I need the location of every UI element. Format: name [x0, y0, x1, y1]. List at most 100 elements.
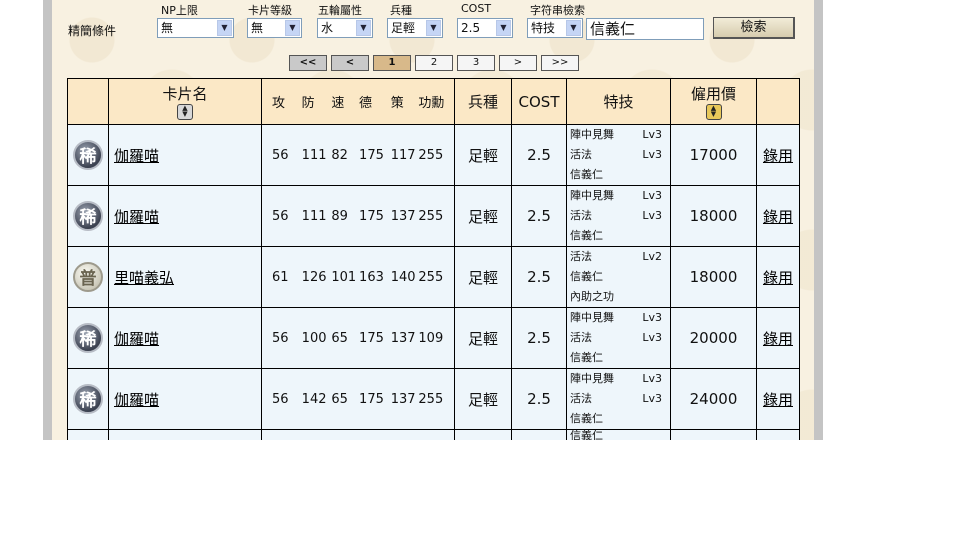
np-limit-select[interactable]: 無 ▼: [157, 18, 234, 38]
unit-type-cell: 足輕: [454, 307, 512, 369]
unit-type-cell: 足輕: [454, 185, 512, 247]
stat-merit: 109: [418, 330, 444, 346]
skills-cell: 活法 Lv2 信義仁 內助之功: [566, 246, 671, 308]
pager-page-3[interactable]: 3: [457, 55, 495, 71]
hire-link[interactable]: 錄用: [763, 330, 793, 348]
skill-name: 活法: [570, 392, 592, 405]
unit-type-cell: [454, 429, 512, 440]
card-name-cell: 伽羅喵: [108, 368, 262, 430]
np-limit-label: NP上限: [161, 4, 198, 17]
skill-level: Lv3: [642, 372, 662, 385]
cost-select[interactable]: 2.5 ▼: [457, 18, 513, 38]
skill-name: 陣中見舞: [570, 372, 614, 385]
skill-entry: 陣中見舞 Lv3: [570, 369, 670, 389]
header-card-name-label: 卡片名: [162, 85, 208, 103]
price-cell: 20000: [670, 307, 757, 369]
stats-cell: 56 100 65 175 137 109: [261, 307, 455, 369]
unit-type-select[interactable]: 足輕 ▼: [387, 18, 443, 38]
price-cell: 18000: [670, 246, 757, 308]
header-stat-spd: 速: [331, 96, 345, 111]
card-table: 卡片名 ▲ ▼ 攻 防 速 德 策 功勳 兵種 COST 特技 僱用價 ▲ ▼ …: [67, 78, 800, 440]
card-level-select[interactable]: 無 ▼: [247, 18, 302, 38]
skill-name: 活法: [570, 148, 592, 161]
card-name-link[interactable]: 伽羅喵: [114, 391, 159, 409]
element-label: 五輪屬性: [318, 4, 362, 17]
stat-atk: 56: [272, 147, 289, 163]
hire-cell: 錄用: [756, 307, 800, 369]
stats-cell: 56 111 89 175 137 255: [261, 185, 455, 247]
card-name-link[interactable]: 伽羅喵: [114, 208, 159, 226]
rarity-cell: 稀: [67, 368, 109, 430]
skill-level: Lv3: [642, 311, 662, 324]
skill-entry: 信義仁: [570, 409, 670, 429]
skill-name: 信義仁: [570, 229, 603, 242]
pager-next[interactable]: >: [499, 55, 537, 71]
card-name-link[interactable]: 里喵義弘: [114, 269, 174, 287]
stat-def: 142: [301, 391, 327, 407]
stats-cell: 61 126 101 163 140 255: [261, 246, 455, 308]
search-button[interactable]: 檢索: [713, 17, 795, 39]
hire-cell: [756, 429, 800, 440]
chevron-down-icon: ▼: [285, 20, 300, 36]
rarity-badge-icon: 稀: [73, 323, 103, 353]
pager-prev[interactable]: <: [331, 55, 369, 71]
card-name-link[interactable]: 伽羅喵: [114, 147, 159, 165]
rarity-cell: [67, 429, 109, 440]
hire-link[interactable]: 錄用: [763, 391, 793, 409]
skills-cell: 信義仁: [566, 429, 671, 440]
hire-link[interactable]: 錄用: [763, 269, 793, 287]
search-type-select[interactable]: 特技 ▼: [527, 18, 583, 38]
skill-name: 活法: [570, 250, 592, 263]
stat-atk: 56: [272, 208, 289, 224]
cost-cell: 2.5: [511, 307, 567, 369]
header-card-name[interactable]: 卡片名 ▲ ▼: [108, 78, 262, 125]
sort-icon[interactable]: ▲ ▼: [705, 104, 722, 120]
skill-level: Lv3: [642, 209, 662, 222]
stats-cell: 56 142 65 175 137 255: [261, 368, 455, 430]
search-input[interactable]: 信義仁: [586, 18, 704, 40]
header-stat-merit: 功勳: [418, 96, 445, 111]
pager-last[interactable]: >>: [541, 55, 579, 71]
price-cell: 24000: [670, 368, 757, 430]
stat-virtue: 175: [359, 208, 384, 224]
header-cost: COST: [511, 78, 567, 125]
header-stat-virtue: 德: [359, 96, 373, 111]
stat-strategy: 137: [390, 391, 416, 407]
stat-def: 111: [301, 208, 327, 224]
pager-first[interactable]: <<: [289, 55, 327, 71]
skills-cell: 陣中見舞 Lv3 活法 Lv3 信義仁: [566, 307, 671, 369]
unit-type-label: 兵種: [390, 4, 412, 17]
pager-page-2[interactable]: 2: [415, 55, 453, 71]
price-cell: [670, 429, 757, 440]
rarity-cell: 普: [67, 246, 109, 308]
cost-cell: 2.5: [511, 246, 567, 308]
card-name-cell: 伽羅喵: [108, 124, 262, 186]
stat-spd: 89: [331, 208, 348, 224]
chevron-down-icon: ▼: [217, 20, 232, 36]
rarity-cell: 稀: [67, 307, 109, 369]
stat-virtue: 175: [359, 391, 384, 407]
header-price[interactable]: 僱用價 ▲ ▼: [670, 78, 757, 125]
pager-page-1[interactable]: 1: [373, 55, 411, 71]
table-row: 稀伽羅喵 56 111 82 175 117 255 足輕 2.5 陣中見舞 Lv3 活法 Lv3 信義仁…: [67, 124, 800, 186]
skill-level: Lv3: [642, 331, 662, 344]
unit-type-value: 足輕: [391, 21, 416, 35]
stat-spd: 101: [331, 269, 357, 285]
hire-cell: 錄用: [756, 368, 800, 430]
stat-atk: 56: [272, 330, 289, 346]
sort-icon[interactable]: ▲ ▼: [177, 104, 193, 120]
price-cell: 17000: [670, 124, 757, 186]
card-name-link[interactable]: 伽羅喵: [114, 330, 159, 348]
hire-link[interactable]: 錄用: [763, 208, 793, 226]
header-price-label: 僱用價: [690, 85, 736, 103]
element-select[interactable]: 水 ▼: [317, 18, 373, 38]
stat-spd: 65: [331, 391, 348, 407]
skill-name: 信義仁: [570, 168, 603, 181]
stat-spd: 82: [331, 147, 348, 163]
skill-entry: 信義仁: [570, 226, 670, 246]
stat-virtue: 175: [359, 330, 384, 346]
element-value: 水: [321, 21, 334, 35]
skill-level: Lv3: [642, 189, 662, 202]
stat-virtue: 163: [359, 269, 384, 285]
hire-link[interactable]: 錄用: [763, 147, 793, 165]
